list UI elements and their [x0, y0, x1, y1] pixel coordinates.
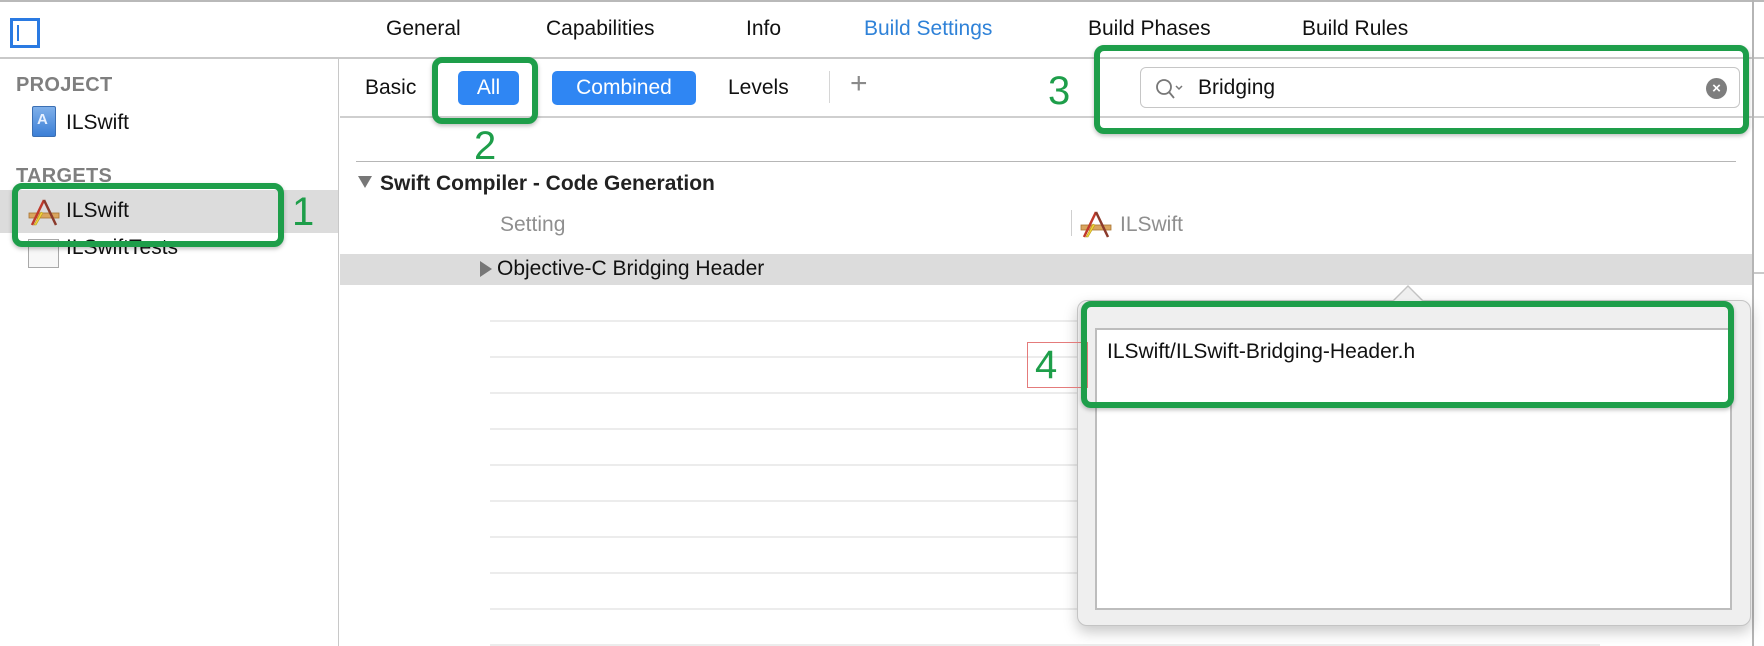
targets-section-header: TARGETS — [16, 165, 113, 187]
tab-general[interactable]: General — [386, 17, 461, 41]
project-section-header: PROJECT — [16, 74, 113, 96]
scrollbar-tick — [1754, 272, 1764, 274]
add-setting-button[interactable]: + — [850, 67, 868, 101]
tab-info[interactable]: Info — [746, 17, 781, 41]
sidebar-item-label: ILSwiftTests — [66, 236, 179, 259]
value-editor-popover — [1077, 300, 1751, 626]
vertical-scrollbar[interactable] — [1752, 0, 1754, 646]
sidebar-item-target-ilswifttests[interactable]: ILSwiftTests — [0, 233, 338, 269]
app-target-icon — [28, 199, 60, 226]
search-input[interactable] — [1198, 74, 1668, 102]
table-row[interactable]: Objective-C Bridging Header — [340, 254, 1752, 285]
app-target-icon — [1080, 211, 1112, 238]
search-icon[interactable] — [1155, 78, 1185, 100]
popover-arrow — [1394, 287, 1422, 301]
sidebar-toggle-icon[interactable] — [10, 18, 40, 48]
section-header-swift-compiler[interactable]: Swift Compiler - Code Generation — [358, 172, 715, 196]
setting-name: Objective-C Bridging Header — [497, 257, 765, 280]
search-field[interactable]: × — [1140, 67, 1740, 108]
tab-build-rules[interactable]: Build Rules — [1302, 17, 1408, 41]
sidebar-item-target-ilswift[interactable]: ILSwift — [0, 190, 338, 233]
annotation-label-4: 4 — [1035, 343, 1058, 387]
section-title: Swift Compiler - Code Generation — [380, 172, 715, 195]
levels-view-button[interactable]: Levels — [728, 76, 789, 100]
project-target-sidebar: PROJECT ILSwift TARGETS ILSwift ILSwiftT… — [0, 59, 339, 646]
column-header-setting[interactable]: Setting — [500, 213, 565, 237]
section-divider — [356, 161, 1736, 162]
disclosure-expanded-icon — [358, 176, 372, 188]
sidebar-item-label: ILSwift — [66, 199, 130, 222]
basic-filter-button[interactable]: Basic — [365, 76, 416, 100]
disclosure-collapsed-icon[interactable] — [480, 261, 492, 277]
project-file-icon — [32, 106, 56, 137]
column-divider — [1071, 210, 1072, 236]
tab-build-phases[interactable]: Build Phases — [1088, 17, 1211, 41]
bridging-header-path-input[interactable] — [1095, 328, 1732, 610]
sidebar-item-project-ilswift[interactable]: ILSwift — [0, 102, 338, 145]
toolbar-divider — [829, 71, 830, 103]
annotation-label-2: 2 — [474, 124, 497, 168]
column-header-target[interactable]: ILSwift — [1120, 213, 1183, 237]
test-bundle-icon — [28, 239, 59, 268]
tab-build-settings[interactable]: Build Settings — [864, 17, 992, 41]
all-filter-button[interactable]: All — [458, 71, 519, 105]
clear-icon[interactable]: × — [1706, 78, 1727, 99]
tab-capabilities[interactable]: Capabilities — [546, 17, 655, 41]
sidebar-item-label: ILSwift — [66, 111, 130, 134]
combined-view-button[interactable]: Combined — [552, 71, 696, 105]
